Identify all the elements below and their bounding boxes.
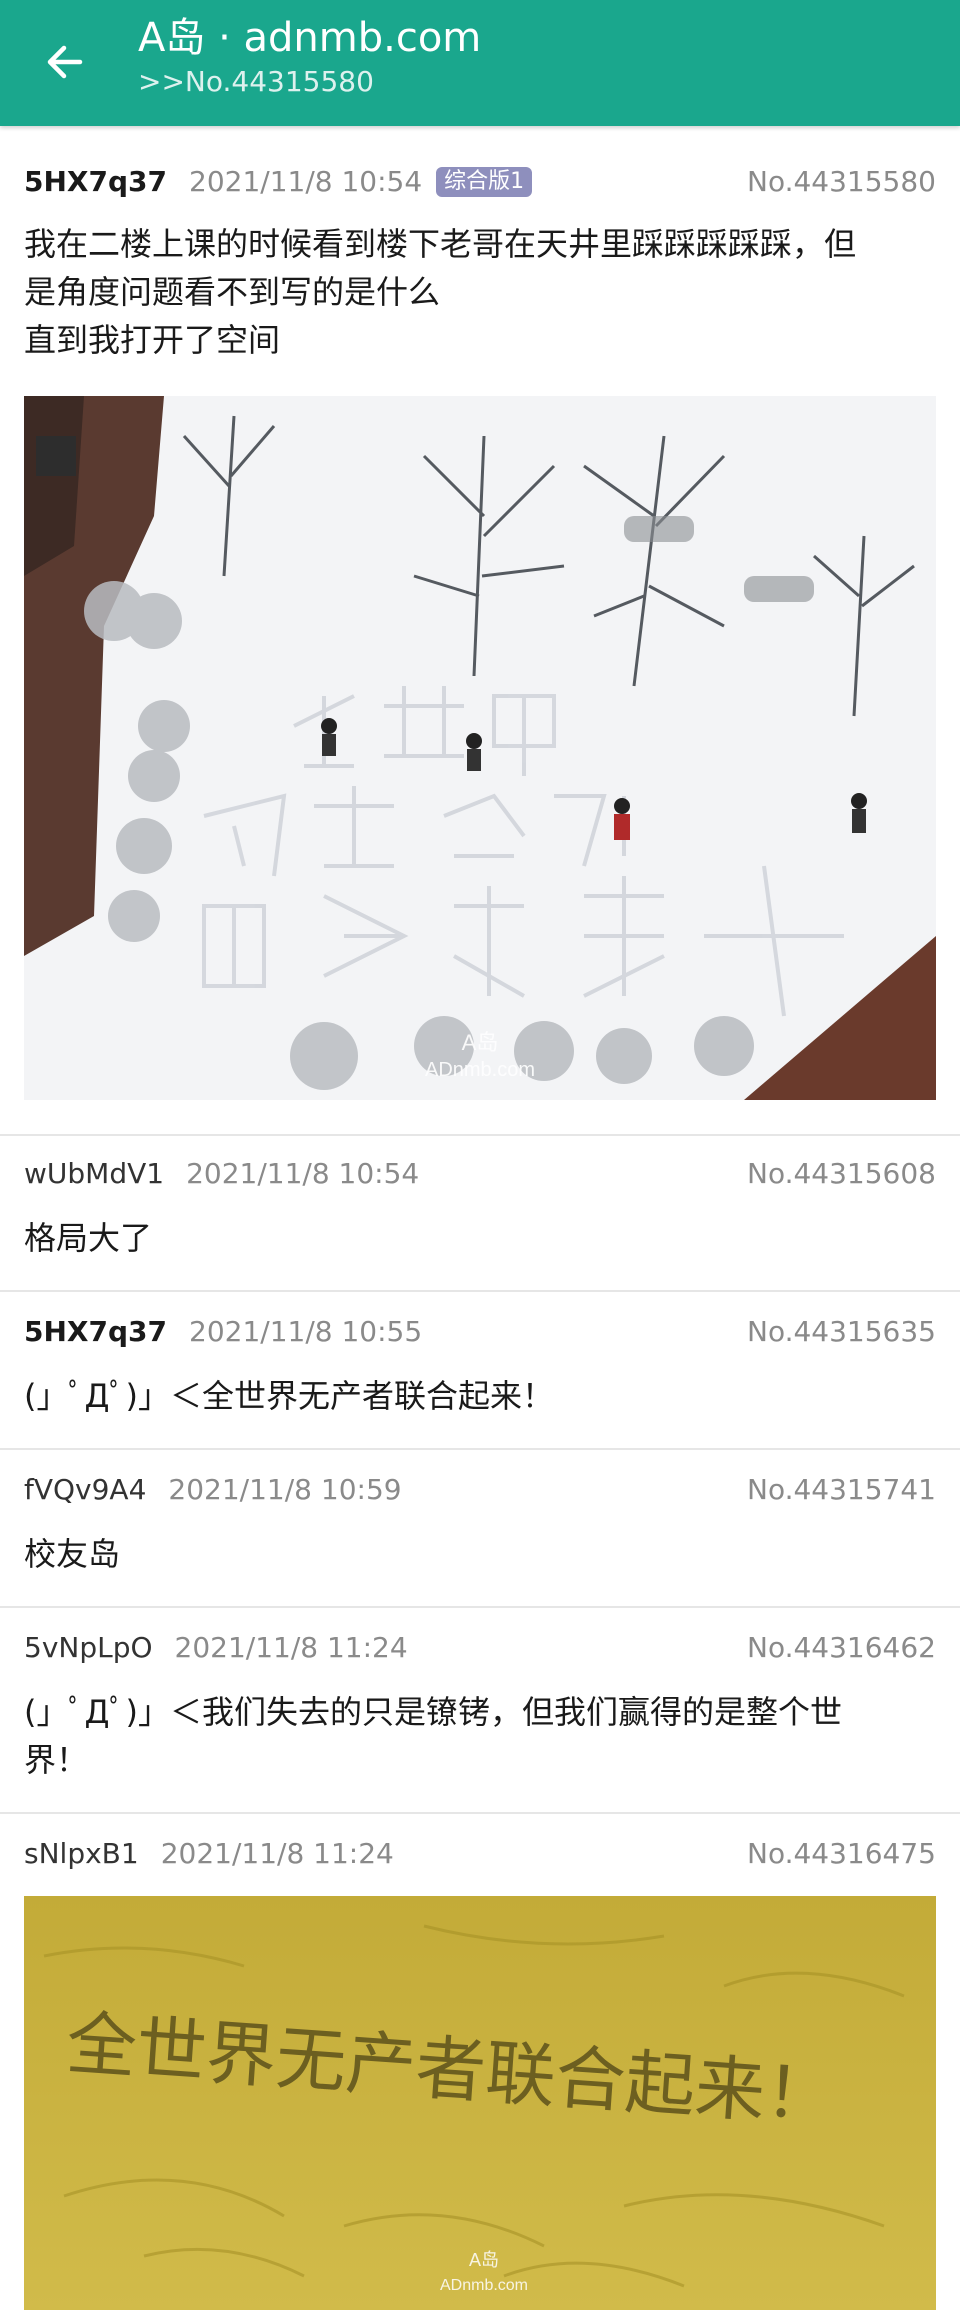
post-number[interactable]: No.44315580 <box>747 162 936 202</box>
post-uid[interactable]: 5HX7q37 <box>24 162 167 202</box>
app-bar: A岛 · adnmb.com >>No.44315580 <box>0 0 960 126</box>
divider <box>0 1134 960 1136</box>
post-meta: wUbMdV1 2021/11/8 10:54 No.44315608 <box>24 1154 936 1194</box>
board-badge[interactable]: 综合版1 <box>436 167 533 197</box>
page-title: A岛 · adnmb.com <box>138 15 482 61</box>
post-image-sand[interactable]: 全世界无产者联合起来！ A岛 ADnmb.com <box>24 1896 936 2310</box>
thread-number: >>No.44315580 <box>138 65 374 98</box>
content-line: 直到我打开了空间 <box>24 321 281 359</box>
post-content: 格局大了 <box>24 1214 936 1262</box>
post-meta: 5HX7q37 2021/11/8 10:55 No.44315635 <box>24 1312 936 1352</box>
post-uid[interactable]: wUbMdV1 <box>24 1154 164 1194</box>
post-uid[interactable]: 5vNpLpO <box>24 1628 153 1668</box>
post-uid[interactable]: fVQv9A4 <box>24 1470 146 1510</box>
post-number[interactable]: No.44316462 <box>747 1628 936 1668</box>
post-image-snow[interactable]: A岛 ADnmb.com <box>24 396 936 1100</box>
post-time: 2021/11/8 10:59 <box>168 1473 402 1506</box>
image-watermark: A岛 <box>469 2250 499 2270</box>
content-line: 界！ <box>24 1741 89 1779</box>
post-time: 2021/11/8 11:24 <box>160 1837 394 1870</box>
post-time: 2021/11/8 11:24 <box>174 1631 408 1664</box>
content-line: 校友岛 <box>24 1535 121 1573</box>
post-meta: 5HX7q37 2021/11/8 10:54 综合版1 No.44315580 <box>24 162 936 202</box>
post-time: 2021/11/8 10:54 <box>189 165 423 198</box>
content-line: (」ﾟДﾟ)」＜全世界无产者联合起来！ <box>24 1377 554 1415</box>
image-watermark: ADnmb.com <box>440 2277 528 2294</box>
post-number[interactable]: No.44315741 <box>747 1470 936 1510</box>
divider <box>0 1290 960 1292</box>
content-line: 我在二楼上课的时候看到楼下老哥在天井里踩踩踩踩踩，但 <box>24 225 857 263</box>
content-line: 格局大了 <box>24 1219 153 1257</box>
arrow-left-icon <box>47 45 83 79</box>
content-line: (」ﾟДﾟ)」＜我们失去的只是镣铐，但我们赢得的是整个世 <box>24 1693 842 1731</box>
post-content: 校友岛 <box>24 1530 936 1578</box>
post-time: 2021/11/8 10:55 <box>189 1315 423 1348</box>
divider <box>0 1606 960 1608</box>
post-time: 2021/11/8 10:54 <box>186 1157 420 1190</box>
divider <box>0 1812 960 1814</box>
post-uid[interactable]: sNlpxB1 <box>24 1834 139 1874</box>
post-number[interactable]: No.44315635 <box>747 1312 936 1352</box>
image-watermark: A岛 <box>462 1030 499 1055</box>
post-content: (」ﾟДﾟ)」＜全世界无产者联合起来！ <box>24 1372 936 1420</box>
post-meta: fVQv9A4 2021/11/8 10:59 No.44315741 <box>24 1470 936 1510</box>
post-content: 我在二楼上课的时候看到楼下老哥在天井里踩踩踩踩踩，但 是角度问题看不到写的是什么… <box>24 220 936 364</box>
content-line: 是角度问题看不到写的是什么 <box>24 273 441 311</box>
post-meta: sNlpxB1 2021/11/8 11:24 No.44316475 <box>24 1834 936 1874</box>
sand-writing-image: 全世界无产者联合起来！ A岛 ADnmb.com <box>24 1896 936 2310</box>
post-number[interactable]: No.44315608 <box>747 1154 936 1194</box>
post-number[interactable]: No.44316475 <box>747 1834 936 1874</box>
post-content: (」ﾟДﾟ)」＜我们失去的只是镣铐，但我们赢得的是整个世 界！ <box>24 1688 936 1784</box>
image-watermark: ADnmb.com <box>425 1059 535 1081</box>
post-uid[interactable]: 5HX7q37 <box>24 1312 167 1352</box>
post-meta: 5vNpLpO 2021/11/8 11:24 No.44316462 <box>24 1628 936 1668</box>
snow-courtyard-image: A岛 ADnmb.com <box>24 396 936 1100</box>
back-button[interactable] <box>34 32 94 92</box>
divider <box>0 1448 960 1450</box>
